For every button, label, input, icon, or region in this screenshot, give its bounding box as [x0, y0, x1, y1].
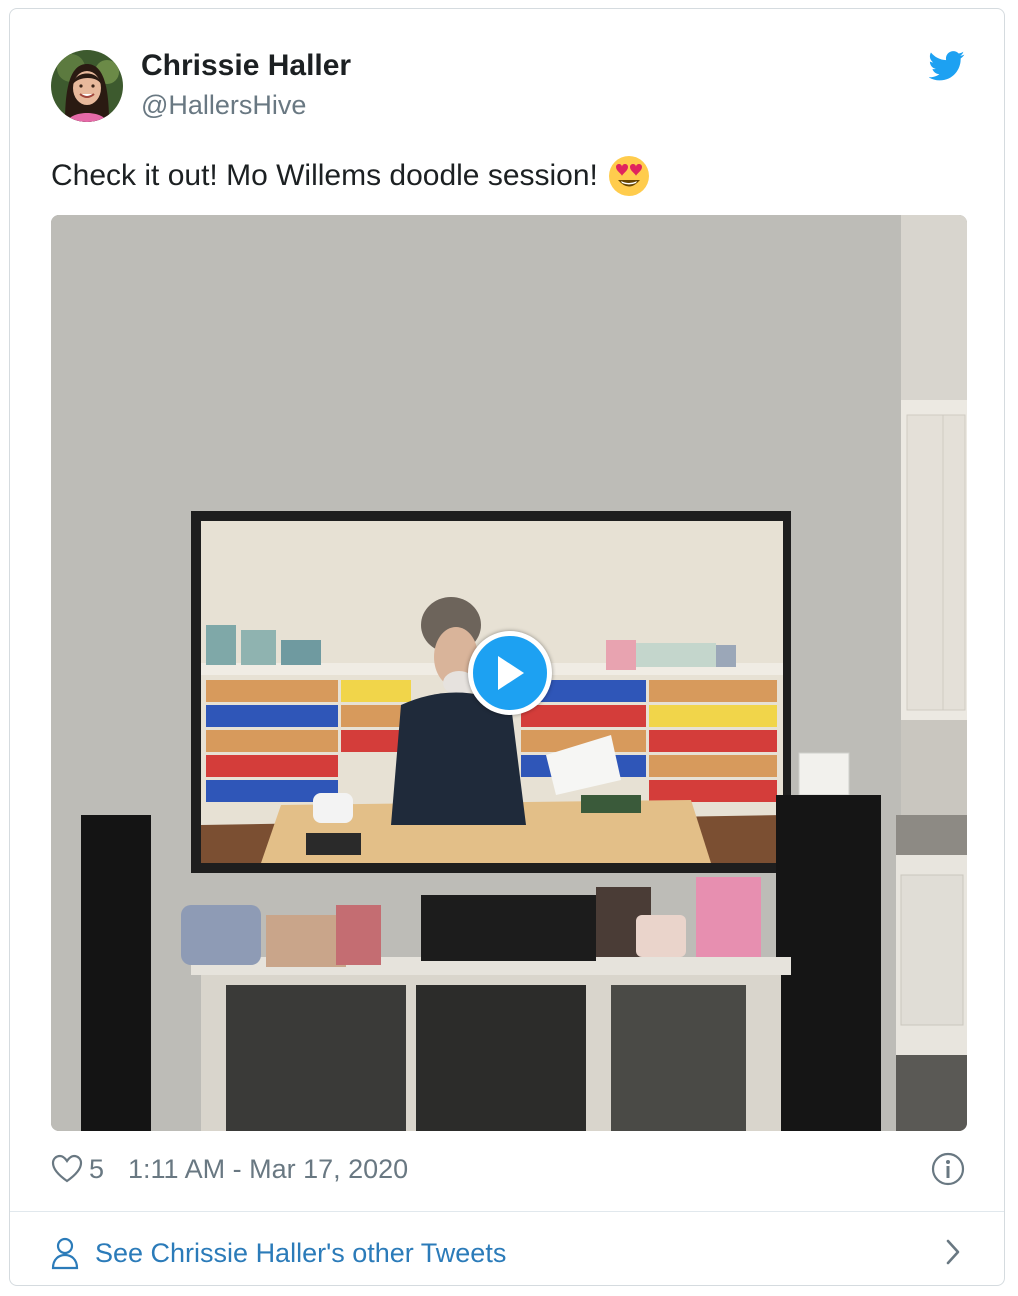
tweet-text-content: Check it out! Mo Willems doodle session! [51, 159, 598, 192]
timestamp[interactable]: 1:11 AM - Mar 17, 2020 [128, 1154, 408, 1185]
chevron-right-icon [946, 1239, 960, 1265]
author-handle[interactable]: @HallersHive [141, 90, 306, 121]
see-other-tweets-link[interactable]: See Chrissie Haller's other Tweets [51, 1229, 963, 1277]
play-button[interactable] [468, 631, 552, 715]
heart-eyes-emoji-icon [608, 156, 649, 196]
play-icon [498, 656, 524, 690]
tweet-footer: 5 1:11 AM - Mar 17, 2020 [51, 1149, 408, 1189]
avatar[interactable] [51, 50, 123, 122]
video-player[interactable] [51, 215, 967, 1131]
twitter-bird-icon[interactable] [928, 51, 965, 81]
person-icon [51, 1237, 79, 1270]
tweet-card: Chrissie Haller @HallersHive Check it ou… [9, 8, 1005, 1286]
heart-icon[interactable] [51, 1154, 83, 1184]
see-other-tweets-label: See Chrissie Haller's other Tweets [95, 1237, 507, 1268]
like-count[interactable]: 5 [89, 1154, 104, 1185]
tweet-text: Check it out! Mo Willems doodle session! [51, 155, 650, 197]
divider [10, 1211, 1004, 1212]
info-icon[interactable] [931, 1152, 965, 1186]
author-name[interactable]: Chrissie Haller [141, 49, 351, 83]
